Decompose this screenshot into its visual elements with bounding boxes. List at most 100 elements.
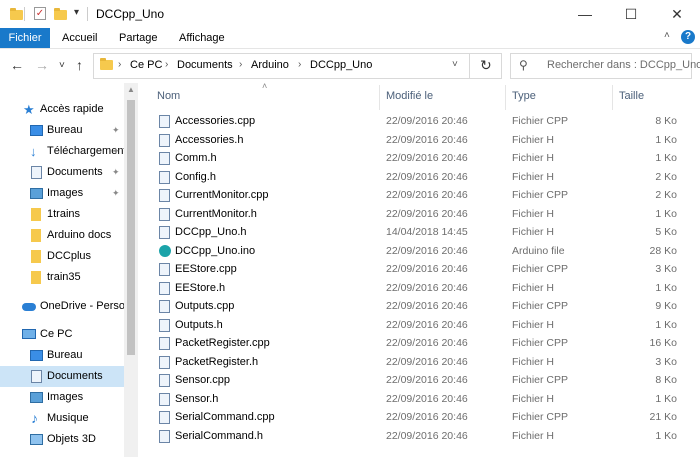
table-row[interactable]: DCCpp_Uno.ino 22/09/2016 20:46 Arduino fil… — [140, 242, 700, 260]
breadcrumb-ce-pc[interactable]: Ce PC — [130, 59, 162, 71]
sidebar-item-dccplus[interactable]: DCCplus — [0, 246, 124, 267]
file-type: Fichier H — [512, 281, 555, 294]
sidebar-item-objets-3d[interactable]: Objets 3D — [0, 429, 124, 450]
table-row[interactable]: EEStore.h 22/09/2016 20:46 Fichier H 1 Ko — [140, 279, 700, 297]
table-row[interactable]: Sensor.cpp 22/09/2016 20:46 Fichier CPP 8 K… — [140, 371, 700, 389]
address-bar[interactable]: › Ce PC › Documents › Arduino › DCCpp_Un… — [93, 53, 502, 79]
file-icon — [159, 300, 170, 313]
file-icon — [159, 170, 170, 184]
maximize-button[interactable]: ☐ — [608, 0, 654, 28]
sidebar-item-train35[interactable]: train35 — [0, 267, 124, 288]
forward-button[interactable]: → — [35, 57, 49, 73]
table-row[interactable]: Outputs.cpp 22/09/2016 20:46 Fichier CPP 9 … — [140, 297, 700, 315]
file-size: 1 Ko — [655, 133, 677, 146]
table-row[interactable]: Config.h 22/09/2016 20:46 Fichier H 2 Ko — [140, 168, 700, 186]
help-icon[interactable]: ? — [681, 30, 695, 44]
breadcrumb-arduino[interactable]: Arduino — [251, 59, 289, 71]
back-button[interactable]: ← — [10, 57, 24, 73]
sidebar-item-images[interactable]: Images ✦ — [0, 183, 124, 204]
sidebar-item-label: OneDrive - Personal — [40, 300, 124, 312]
table-row[interactable]: Comm.h 22/09/2016 20:46 Fichier H 1 Ko — [140, 149, 700, 167]
table-row[interactable]: Sensor.h 22/09/2016 20:46 Fichier H 1 Ko — [140, 390, 700, 408]
file-modified: 22/09/2016 20:46 — [386, 207, 468, 220]
table-row[interactable]: Outputs.h 22/09/2016 20:46 Fichier H 1 Ko — [140, 316, 700, 334]
column-divider[interactable] — [505, 85, 506, 110]
sidebar-item-1trains[interactable]: 1trains — [0, 204, 124, 225]
download-icon: ↓ — [30, 144, 37, 159]
column-header-type[interactable]: Type — [512, 90, 536, 102]
table-row[interactable]: PacketRegister.h 22/09/2016 20:46 Fichier … — [140, 353, 700, 371]
sidebar-item-onedrive[interactable]: OneDrive - Personal — [0, 296, 124, 317]
tab-affichage[interactable]: Affichage — [179, 28, 225, 48]
sidebar-item-documents[interactable]: Documents ✦ — [0, 162, 124, 183]
onedrive-icon — [22, 303, 36, 311]
file-icon — [159, 133, 170, 147]
documents-icon — [31, 166, 42, 179]
images-icon — [30, 188, 43, 199]
close-button[interactable]: ✕ — [654, 0, 700, 28]
divider — [87, 7, 88, 21]
star-icon: ★ — [23, 102, 35, 117]
file-modified: 22/09/2016 20:46 — [386, 244, 468, 257]
breadcrumb-documents[interactable]: Documents — [177, 59, 233, 71]
sidebar-item-documents-pc[interactable]: Documents — [0, 366, 124, 387]
sidebar-item-acces-rapide[interactable]: ★ Accès rapide — [0, 99, 124, 120]
sidebar-item-bureau[interactable]: Bureau ✦ — [0, 120, 124, 141]
file-name: CurrentMonitor.h — [175, 207, 257, 220]
sidebar-item-ce-pc[interactable]: Ce PC — [0, 324, 124, 345]
file-icon — [159, 337, 170, 350]
table-row[interactable]: Accessories.h 22/09/2016 20:46 Fichier H 1 … — [140, 131, 700, 149]
table-row[interactable]: SerialCommand.cpp 22/09/2016 20:46 Fichier… — [140, 408, 700, 426]
scrollbar-thumb[interactable] — [127, 100, 135, 355]
breadcrumb-separator: › — [118, 59, 122, 70]
qa-dropdown-icon[interactable]: ▾ — [74, 7, 79, 21]
column-header-name[interactable]: Nom — [157, 90, 180, 102]
column-divider[interactable] — [612, 85, 613, 110]
column-header-modified[interactable]: Modifié le — [386, 90, 433, 102]
minimize-button[interactable]: — — [562, 0, 608, 28]
scroll-up-icon[interactable]: ▲ — [127, 85, 135, 94]
table-row[interactable]: SerialCommand.h 22/09/2016 20:46 Fichier H… — [140, 427, 700, 445]
file-icon — [159, 263, 170, 276]
sidebar-item-label: Objets 3D — [47, 433, 96, 445]
sidebar-item-bureau-pc[interactable]: Bureau — [0, 345, 124, 366]
table-row[interactable]: CurrentMonitor.h 22/09/2016 20:46 Fichier … — [140, 205, 700, 223]
up-button[interactable]: ↑ — [76, 57, 83, 73]
collapse-ribbon-icon[interactable]: ˄ — [664, 30, 670, 41]
pin-icon: ✦ — [112, 188, 120, 198]
table-row[interactable]: Accessories.cpp 22/09/2016 20:46 Fichier C… — [140, 112, 700, 130]
file-icon — [159, 392, 170, 406]
sidebar-item-arduino-docs[interactable]: Arduino docs — [0, 225, 124, 246]
column-divider[interactable] — [379, 85, 380, 110]
properties-icon[interactable]: ✓ — [34, 7, 46, 20]
file-size: 1 Ko — [655, 318, 677, 331]
file-type: Fichier CPP — [512, 115, 569, 127]
table-row[interactable]: DCCpp_Uno.h 14/04/2018 14:45 Fichier H 5 Ko — [140, 223, 700, 241]
images-icon — [30, 392, 43, 403]
file-size: 1 Ko — [655, 152, 677, 164]
table-row[interactable]: EEStore.cpp 22/09/2016 20:46 Fichier CPP 3 … — [140, 260, 700, 278]
tab-fichier[interactable]: Fichier — [0, 28, 50, 48]
sidebar-item-label: 1trains — [47, 208, 81, 220]
refresh-button[interactable]: ↻ — [480, 57, 492, 74]
tab-partage[interactable]: Partage — [119, 28, 158, 48]
sidebar-item-telechargements[interactable]: ↓ Téléchargements ✦ — [0, 141, 124, 162]
search-box[interactable]: ⚲ Rechercher dans : DCCpp_Uno — [510, 53, 700, 79]
recent-locations-button[interactable]: ˅ — [59, 60, 65, 71]
search-input[interactable]: Rechercher dans : DCCpp_Uno — [547, 59, 700, 71]
file-list: ˄ Nom Modifié le Type Taille Accessories… — [140, 81, 700, 457]
column-header-size[interactable]: Taille — [619, 90, 644, 102]
table-row[interactable]: PacketRegister.cpp 22/09/2016 20:46 Fichie… — [140, 334, 700, 352]
sort-ascending-icon: ˄ — [262, 81, 268, 91]
tab-accueil[interactable]: Accueil — [62, 28, 97, 48]
new-folder-icon[interactable] — [54, 7, 67, 21]
breadcrumb-dccpp-uno[interactable]: DCCpp_Uno — [310, 59, 372, 71]
sidebar-item-musique[interactable]: ♪ Musique — [0, 408, 124, 429]
sidebar-scrollbar[interactable]: ▲ — [124, 83, 138, 457]
table-row[interactable]: CurrentMonitor.cpp 22/09/2016 20:46 Fichie… — [140, 186, 700, 204]
file-size: 2 Ko — [655, 170, 677, 183]
file-size: 9 Ko — [655, 300, 677, 312]
address-dropdown-icon[interactable]: ˅ — [452, 59, 458, 70]
file-icon — [159, 226, 170, 239]
sidebar-item-images-pc[interactable]: Images — [0, 387, 124, 408]
